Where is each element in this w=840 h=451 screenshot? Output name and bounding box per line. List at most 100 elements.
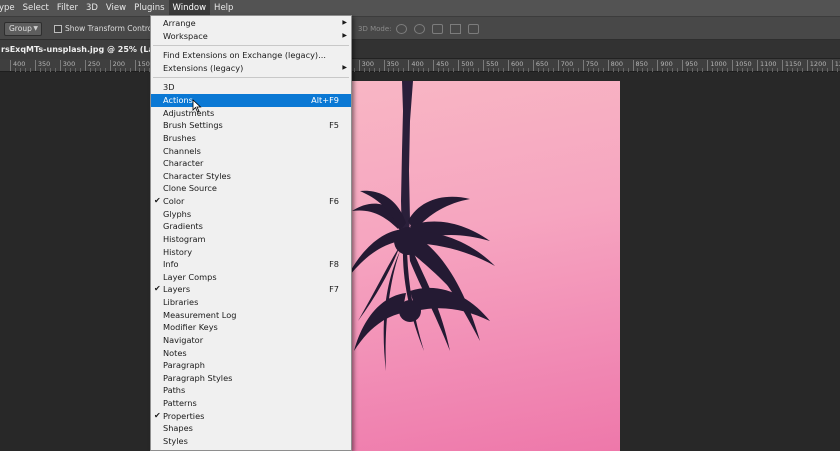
ruler-minor-tick bbox=[562, 68, 564, 72]
ruler-tick: 750 bbox=[582, 60, 598, 71]
menu-item-notes[interactable]: Notes bbox=[151, 347, 351, 360]
menu-item-label: Libraries bbox=[163, 297, 199, 308]
ruler-minor-tick bbox=[752, 68, 754, 72]
ruler-tick: 650 bbox=[532, 60, 548, 71]
ruler-minor-tick bbox=[542, 68, 544, 72]
menu-item-clone-source[interactable]: Clone Source bbox=[151, 182, 351, 195]
menu-item-glyphs[interactable]: Glyphs bbox=[151, 208, 351, 221]
ruler-minor-tick bbox=[667, 68, 669, 72]
ruler-minor-tick bbox=[124, 68, 126, 72]
auto-select-dropdown[interactable]: Group ▼ bbox=[4, 22, 42, 36]
ruler-minor-tick bbox=[801, 68, 803, 72]
menu-item-properties[interactable]: ✔ Properties bbox=[151, 410, 351, 423]
menu-item-gradients[interactable]: Gradients bbox=[151, 220, 351, 233]
ruler-tick: 250 bbox=[84, 60, 100, 71]
menu-item-histogram[interactable]: Histogram bbox=[151, 233, 351, 246]
ruler-minor-tick bbox=[49, 68, 51, 72]
show-transform-label: Show Transform Controls bbox=[65, 24, 159, 33]
menu-item-paragraph-styles[interactable]: Paragraph Styles bbox=[151, 372, 351, 385]
ruler-minor-tick bbox=[577, 68, 579, 72]
ruler-minor-tick bbox=[448, 68, 450, 72]
video-camera-icon[interactable] bbox=[468, 24, 479, 34]
ruler-minor-tick bbox=[821, 68, 823, 72]
menu-item-label: Glyphs bbox=[163, 208, 192, 219]
ruler-minor-tick bbox=[144, 68, 146, 72]
ruler-tick: 1200 bbox=[806, 60, 826, 71]
menu-item-label: Brushes bbox=[163, 132, 196, 143]
menu-item-arrange[interactable]: Arrange ▶ bbox=[151, 17, 351, 30]
ruler-minor-tick bbox=[14, 68, 16, 72]
slide-3d-icon[interactable] bbox=[450, 24, 461, 34]
menu-item-workspace[interactable]: Workspace ▶ bbox=[151, 30, 351, 43]
ruler-tick: 1100 bbox=[757, 60, 777, 71]
auto-select-value: Group bbox=[9, 24, 32, 33]
menu-item-history[interactable]: History bbox=[151, 246, 351, 259]
menu-item-layer-comps[interactable]: Layer Comps bbox=[151, 271, 351, 284]
ruler-tick: 700 bbox=[557, 60, 573, 71]
ruler-minor-tick bbox=[687, 68, 689, 72]
ruler-minor-tick bbox=[761, 68, 763, 72]
checkmark-icon: ✔ bbox=[154, 410, 161, 420]
drag-3d-icon[interactable] bbox=[432, 24, 443, 34]
ruler-tick: 350 bbox=[383, 60, 399, 71]
menu-item-measurement-log[interactable]: Measurement Log bbox=[151, 309, 351, 322]
ruler-minor-tick bbox=[478, 68, 480, 72]
ruler-minor-tick bbox=[119, 68, 121, 72]
menu-item-label: Color bbox=[163, 196, 185, 207]
menu-item-libraries[interactable]: Libraries bbox=[151, 296, 351, 309]
orbit-3d-icon[interactable] bbox=[396, 24, 407, 34]
menu-item-shapes[interactable]: Shapes bbox=[151, 422, 351, 435]
menu-item-layers[interactable]: ✔ Layers F7 bbox=[151, 283, 351, 296]
menu-view[interactable]: View bbox=[102, 0, 130, 16]
menu-item-character-styles[interactable]: Character Styles bbox=[151, 170, 351, 183]
menu-item-paragraph[interactable]: Paragraph bbox=[151, 359, 351, 372]
menu-plugins[interactable]: Plugins bbox=[130, 0, 168, 16]
menu-item-find-extensions-on-exchange-legacy[interactable]: Find Extensions on Exchange (legacy)... bbox=[151, 49, 351, 62]
menu-window[interactable]: Window bbox=[168, 0, 211, 16]
ruler-minor-tick bbox=[597, 68, 599, 72]
menu-3d[interactable]: 3D bbox=[82, 0, 102, 16]
menu-item-extensions-legacy[interactable]: Extensions (legacy) ▶ bbox=[151, 62, 351, 75]
ruler-minor-tick bbox=[677, 68, 679, 72]
menu-help[interactable]: Help bbox=[210, 0, 237, 16]
window-menu-dropdown: Arrange ▶ Workspace ▶ Find Extensions on Exc… bbox=[150, 15, 352, 451]
menu-item-brush-settings[interactable]: Brush Settings F5 bbox=[151, 119, 351, 132]
menu-item-adjustments[interactable]: Adjustments bbox=[151, 107, 351, 120]
document-canvas[interactable] bbox=[350, 81, 620, 451]
menu-item-character[interactable]: Character bbox=[151, 157, 351, 170]
menu-item-3d[interactable]: 3D bbox=[151, 81, 351, 94]
chevron-down-icon: ▼ bbox=[33, 25, 38, 32]
menu-item-styles[interactable]: Styles bbox=[151, 435, 351, 448]
menu-item-label: Clone Source bbox=[163, 183, 217, 194]
ruler-minor-tick bbox=[438, 68, 440, 72]
menu-filter[interactable]: Filter bbox=[53, 0, 82, 16]
ruler-minor-tick bbox=[353, 68, 355, 72]
menu-item-paths[interactable]: Paths bbox=[151, 384, 351, 397]
menu-item-brushes[interactable]: Brushes bbox=[151, 132, 351, 145]
menu-separator bbox=[153, 45, 349, 47]
ruler-minor-tick bbox=[453, 68, 455, 72]
ruler-minor-tick bbox=[647, 68, 649, 72]
menu-ype[interactable]: ype bbox=[0, 0, 19, 16]
ruler-minor-tick bbox=[791, 68, 793, 72]
ruler-minor-tick bbox=[662, 68, 664, 72]
menu-item-label: 3D bbox=[163, 82, 175, 93]
menu-item-channels[interactable]: Channels bbox=[151, 145, 351, 158]
show-transform-checkbox[interactable] bbox=[54, 25, 62, 33]
ruler-minor-tick bbox=[363, 68, 365, 72]
menu-item-navigator[interactable]: Navigator bbox=[151, 334, 351, 347]
ruler-tick: 950 bbox=[682, 60, 698, 71]
menu-item-info[interactable]: Info F8 bbox=[151, 258, 351, 271]
ruler-minor-tick bbox=[24, 68, 26, 72]
horizontal-ruler: 4003503002502001501005005010015020025030… bbox=[0, 59, 840, 72]
menu-item-label: Navigator bbox=[163, 334, 204, 345]
menu-item-actions[interactable]: Actions Alt+F9 bbox=[151, 94, 351, 107]
menu-item-patterns[interactable]: Patterns bbox=[151, 397, 351, 410]
ruler-minor-tick bbox=[776, 68, 778, 72]
roll-3d-icon[interactable] bbox=[414, 24, 425, 34]
menu-select[interactable]: Select bbox=[19, 0, 53, 16]
menu-item-label: Extensions (legacy) bbox=[163, 62, 244, 73]
menu-item-color[interactable]: ✔ Color F6 bbox=[151, 195, 351, 208]
ruler-minor-tick bbox=[403, 68, 405, 72]
menu-item-modifier-keys[interactable]: Modifier Keys bbox=[151, 321, 351, 334]
